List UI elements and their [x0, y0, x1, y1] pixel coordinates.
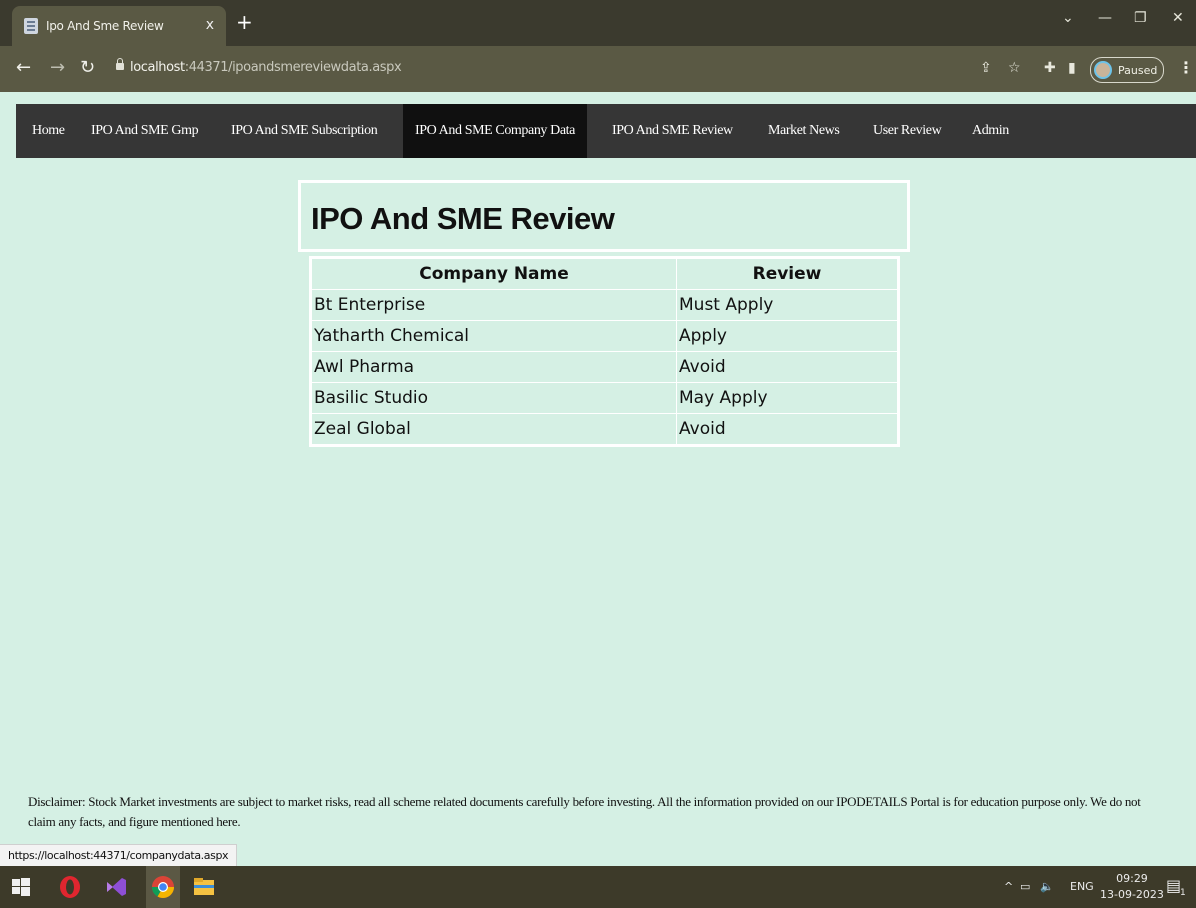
table-row: Yatharth Chemical Apply — [310, 320, 899, 352]
browser-toolbar: ← → ↻ localhost:44371/ipoandsmereviewdat… — [0, 46, 1196, 92]
review-cell: Avoid — [676, 413, 899, 446]
profile-button[interactable]: Paused — [1090, 57, 1164, 83]
tray-chevron-icon[interactable]: ^ — [1004, 880, 1013, 893]
table-row: Bt Enterprise Must Apply — [310, 289, 899, 321]
browser-tab-strip: Ipo And Sme Review x + ⌄ — ❐ ✕ — [0, 0, 1196, 46]
tab-search-icon[interactable]: ⌄ — [1062, 10, 1074, 26]
table-row: Zeal Global Avoid — [310, 413, 899, 446]
volume-icon[interactable]: 🔈 — [1040, 880, 1054, 893]
table-header-row: Company Name Review — [310, 257, 899, 290]
browser-tab[interactable]: Ipo And Sme Review x — [12, 6, 226, 46]
new-tab-icon[interactable]: + — [236, 10, 253, 34]
status-bar-url: https://localhost:44371/companydata.aspx — [0, 844, 238, 868]
notification-count: 1 — [1180, 888, 1186, 898]
minimize-icon[interactable]: — — [1098, 10, 1112, 26]
url-host: localhost — [130, 60, 185, 75]
company-name-cell: Basilic Studio — [310, 382, 677, 414]
avatar — [1094, 61, 1112, 79]
taskbar: ^ ▭ 🔈 ENG 09:29 13-09-2023 ▤ 1 — [0, 866, 1196, 908]
company-name-cell: Bt Enterprise — [310, 289, 677, 321]
nav-item-review[interactable]: IPO And SME Review — [600, 104, 745, 158]
clock-date: 13-09-2023 — [1100, 888, 1164, 901]
bookmark-star-icon[interactable]: ☆ — [1008, 60, 1021, 76]
nav-item-market-news[interactable]: Market News — [756, 104, 851, 158]
company-name-cell: Awl Pharma — [310, 351, 677, 383]
company-name-cell: Zeal Global — [310, 413, 677, 446]
clock-time: 09:29 — [1116, 872, 1148, 885]
nav-item-company-data[interactable]: IPO And SME Company Data — [403, 104, 587, 158]
network-icon[interactable]: ▭ — [1020, 880, 1030, 893]
tab-close-icon[interactable]: x — [206, 17, 214, 33]
reload-icon[interactable]: ↻ — [80, 57, 95, 78]
column-header-company: Company Name — [310, 257, 677, 290]
restore-icon[interactable]: ❐ — [1134, 10, 1147, 26]
site-nav: Home IPO And SME Gmp IPO And SME Subscri… — [16, 104, 1196, 158]
profile-status: Paused — [1118, 63, 1158, 77]
review-cell: Apply — [676, 320, 899, 352]
nav-item-home[interactable]: Home — [20, 104, 77, 158]
windows-start-icon[interactable] — [12, 878, 30, 896]
table-row: Awl Pharma Avoid — [310, 351, 899, 383]
visual-studio-icon[interactable] — [104, 875, 128, 899]
back-icon[interactable]: ← — [16, 57, 31, 78]
lock-icon[interactable] — [116, 58, 124, 70]
address-bar[interactable]: localhost:44371/ipoandsmereviewdata.aspx — [110, 54, 1190, 84]
table-row: Basilic Studio May Apply — [310, 382, 899, 414]
more-menu-icon[interactable]: ⋮ — [1178, 58, 1194, 77]
review-cell: Must Apply — [676, 289, 899, 321]
nav-item-subscription[interactable]: IPO And SME Subscription — [219, 104, 389, 158]
extensions-icon[interactable]: ✚ — [1044, 60, 1056, 76]
page-heading-box: IPO And SME Review — [298, 180, 910, 252]
window-close-icon[interactable]: ✕ — [1172, 10, 1184, 26]
language-indicator[interactable]: ENG — [1070, 880, 1094, 893]
page-favicon-icon — [24, 18, 38, 34]
url-text: localhost:44371/ipoandsmereviewdata.aspx — [130, 60, 402, 75]
system-clock[interactable]: 09:29 13-09-2023 — [1100, 871, 1164, 903]
review-cell: Avoid — [676, 351, 899, 383]
nav-item-user-review[interactable]: User Review — [861, 104, 953, 158]
review-table: Company Name Review Bt Enterprise Must A… — [309, 256, 900, 447]
disclaimer-text: Disclaimer: Stock Market investments are… — [28, 794, 1141, 829]
nav-item-gmp[interactable]: IPO And SME Gmp — [79, 104, 210, 158]
side-panel-icon[interactable]: ▮ — [1068, 60, 1076, 76]
url-path: :44371/ipoandsmereviewdata.aspx — [184, 60, 402, 75]
company-name-cell: Yatharth Chemical — [310, 320, 677, 352]
forward-icon[interactable]: → — [50, 57, 65, 78]
share-icon[interactable]: ⇪ — [980, 60, 992, 76]
tab-title: Ipo And Sme Review — [46, 19, 164, 33]
column-header-review: Review — [676, 257, 899, 290]
file-explorer-icon[interactable] — [192, 875, 216, 899]
page-title: IPO And SME Review — [311, 201, 615, 236]
opera-icon[interactable] — [58, 875, 82, 899]
review-cell: May Apply — [676, 382, 899, 414]
notification-icon[interactable]: ▤ — [1166, 876, 1181, 895]
nav-item-admin[interactable]: Admin — [960, 104, 1021, 158]
chrome-icon[interactable] — [151, 875, 175, 899]
